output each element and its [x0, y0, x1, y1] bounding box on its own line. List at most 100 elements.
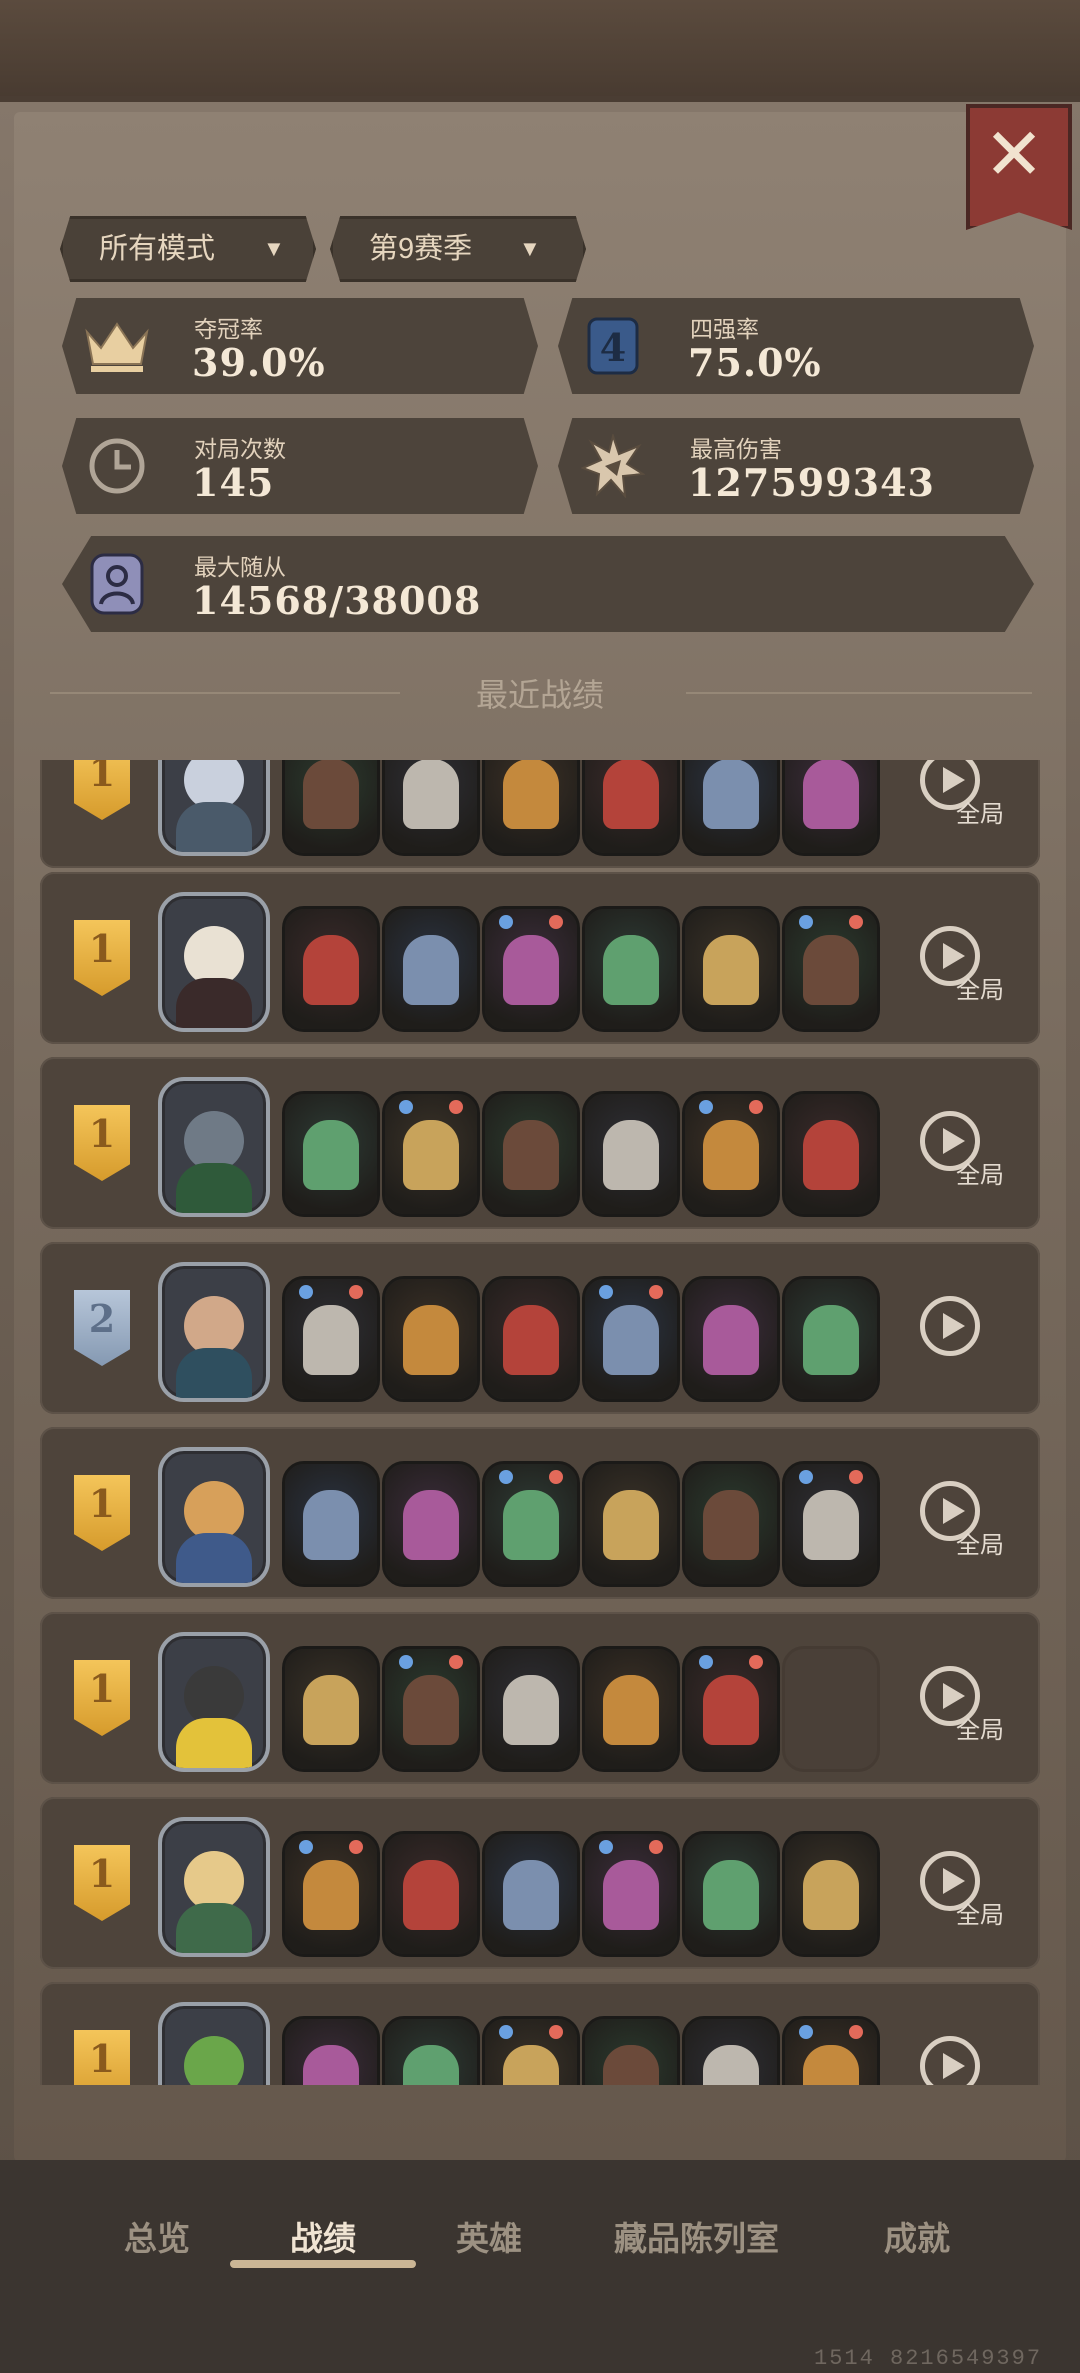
unit-card[interactable] — [282, 1831, 380, 1957]
unit-card[interactable] — [282, 1091, 380, 1217]
max-followers-value: 14568/38008 — [192, 578, 482, 623]
unit-card[interactable] — [682, 1461, 780, 1587]
unit-card[interactable] — [582, 1091, 680, 1217]
unit-card[interactable] — [482, 760, 580, 856]
unit-card[interactable] — [782, 1276, 880, 1402]
max-followers-card: 最大随从 14568/38008 — [62, 536, 1034, 632]
close-icon[interactable]: ✕ — [978, 118, 1050, 190]
replay-label[interactable]: 全局 — [956, 1895, 1004, 1930]
unit-card[interactable] — [482, 1276, 580, 1402]
unit-card[interactable] — [582, 906, 680, 1032]
unit-card[interactable] — [282, 1276, 380, 1402]
unit-card[interactable] — [482, 1461, 580, 1587]
unit-card[interactable] — [582, 1276, 680, 1402]
match-row[interactable]: 1 全局 — [40, 1057, 1040, 1229]
unit-card[interactable] — [382, 1091, 480, 1217]
unit-card[interactable] — [382, 1276, 480, 1402]
win-rate-value: 39.0% — [192, 340, 326, 385]
win-rate-label: 夺冠率 — [194, 316, 263, 342]
win-rate-card: 夺冠率 39.0% — [62, 298, 538, 394]
unit-card[interactable] — [382, 1646, 480, 1772]
replay-label[interactable]: 全局 — [956, 970, 1004, 1005]
replay-label[interactable]: 全局 — [956, 1710, 1004, 1745]
bottom-nav: 总览 战绩 英雄 藏品陈列室 成就 — [0, 2160, 1080, 2373]
tab-heroes[interactable]: 英雄 — [456, 2212, 522, 2260]
tab-achievements[interactable]: 成就 — [884, 2212, 950, 2260]
unit-card[interactable] — [382, 906, 480, 1032]
portrait-icon — [82, 550, 152, 618]
chevron-down-icon: ▼ — [519, 236, 541, 261]
match-history-list[interactable]: 1 全局 1 全局 1 全局 2 1 全局 1 全局 1 全局 1 全局 — [40, 760, 1040, 2085]
chevron-down-icon: ▼ — [263, 236, 285, 261]
unit-card[interactable] — [482, 2016, 580, 2085]
hero-portrait[interactable] — [158, 1262, 270, 1402]
placement-badge: 1 — [74, 1845, 130, 1921]
unit-card[interactable] — [282, 1461, 380, 1587]
hero-portrait[interactable] — [158, 760, 270, 856]
unit-card[interactable] — [682, 760, 780, 856]
unit-card[interactable] — [382, 1831, 480, 1957]
unit-card[interactable] — [482, 1091, 580, 1217]
unit-card[interactable] — [682, 1646, 780, 1772]
empty-unit-slot[interactable] — [782, 1646, 880, 1772]
tab-collection-gallery[interactable]: 藏品陈列室 — [614, 2212, 779, 2260]
unit-card[interactable] — [582, 1831, 680, 1957]
match-row[interactable]: 1 全局 — [40, 1982, 1040, 2085]
placement-badge: 1 — [74, 1660, 130, 1736]
hero-portrait[interactable] — [158, 2002, 270, 2085]
unit-card[interactable] — [682, 1831, 780, 1957]
unit-card[interactable] — [582, 1646, 680, 1772]
replay-label[interactable]: 全局 — [956, 1155, 1004, 1190]
unit-card[interactable] — [782, 760, 880, 856]
match-row[interactable]: 1 全局 — [40, 1612, 1040, 1784]
divider-right — [686, 692, 1032, 694]
hero-portrait[interactable] — [158, 1447, 270, 1587]
unit-card[interactable] — [482, 1646, 580, 1772]
tab-records[interactable]: 战绩 — [290, 2212, 356, 2260]
season-dropdown[interactable]: 第9赛季 ▼ — [330, 216, 586, 282]
unit-card[interactable] — [682, 2016, 780, 2085]
unit-card[interactable] — [782, 1091, 880, 1217]
unit-card[interactable] — [782, 2016, 880, 2085]
max-damage-value: 127599343 — [688, 460, 935, 505]
replay-icon[interactable] — [920, 2036, 980, 2085]
replay-label[interactable]: 全局 — [956, 1525, 1004, 1560]
unit-card[interactable] — [782, 1831, 880, 1957]
match-row[interactable]: 1 全局 — [40, 1797, 1040, 1969]
unit-card[interactable] — [282, 1646, 380, 1772]
unit-card[interactable] — [282, 2016, 380, 2085]
unit-card[interactable] — [582, 760, 680, 856]
replay-icon[interactable] — [920, 1296, 980, 1356]
unit-card[interactable] — [582, 2016, 680, 2085]
unit-card[interactable] — [482, 906, 580, 1032]
mode-dropdown[interactable]: 所有模式 ▼ — [60, 216, 316, 282]
hero-portrait[interactable] — [158, 1077, 270, 1217]
unit-card[interactable] — [682, 906, 780, 1032]
unit-card[interactable] — [582, 1461, 680, 1587]
games-count-card: 对局次数 145 — [62, 418, 538, 514]
unit-card[interactable] — [682, 1276, 780, 1402]
match-row[interactable]: 1 全局 — [40, 760, 1040, 868]
unit-card[interactable] — [782, 906, 880, 1032]
unit-card[interactable] — [382, 1461, 480, 1587]
unit-card[interactable] — [682, 1091, 780, 1217]
hero-portrait[interactable] — [158, 1632, 270, 1772]
placement-badge: 1 — [74, 920, 130, 996]
unit-card[interactable] — [482, 1831, 580, 1957]
tab-overview[interactable]: 总览 — [124, 2212, 190, 2260]
match-row[interactable]: 2 — [40, 1242, 1040, 1414]
replay-label[interactable]: 全局 — [956, 2080, 1004, 2085]
unit-card[interactable] — [282, 760, 380, 856]
clock-icon — [82, 432, 152, 500]
games-count-label: 对局次数 — [194, 436, 286, 462]
unit-card[interactable] — [782, 1461, 880, 1587]
replay-label[interactable]: 全局 — [956, 794, 1004, 829]
unit-card[interactable] — [382, 760, 480, 856]
match-row[interactable]: 1 全局 — [40, 1427, 1040, 1599]
unit-card[interactable] — [382, 2016, 480, 2085]
top4-badge-icon: 4 — [578, 312, 648, 380]
unit-card[interactable] — [282, 906, 380, 1032]
hero-portrait[interactable] — [158, 892, 270, 1032]
hero-portrait[interactable] — [158, 1817, 270, 1957]
match-row[interactable]: 1 全局 — [40, 872, 1040, 1044]
